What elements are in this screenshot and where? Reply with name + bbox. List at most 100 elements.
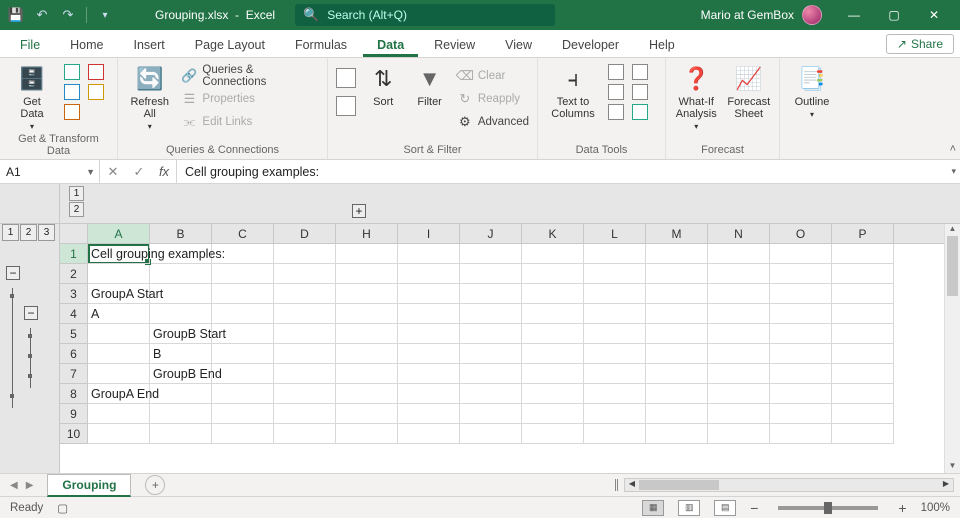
cell-N6[interactable]	[708, 344, 770, 364]
tab-file[interactable]: File	[6, 32, 54, 57]
cell-J7[interactable]	[460, 364, 522, 384]
cell-D8[interactable]	[274, 384, 336, 404]
cell-A1[interactable]: Cell grouping examples:	[88, 244, 150, 264]
cell-D7[interactable]	[274, 364, 336, 384]
scroll-thumb[interactable]	[947, 236, 958, 296]
cell-N4[interactable]	[708, 304, 770, 324]
col-header-N[interactable]: N	[708, 224, 770, 243]
cell-P6[interactable]	[832, 344, 894, 364]
vertical-scrollbar[interactable]: ▲ ▼	[944, 224, 960, 473]
col-header-M[interactable]: M	[646, 224, 708, 243]
col-header-I[interactable]: I	[398, 224, 460, 243]
cell-H8[interactable]	[336, 384, 398, 404]
scroll-down-icon[interactable]: ▼	[945, 461, 960, 473]
consolidate-icon[interactable]	[632, 64, 648, 80]
cell-A10[interactable]	[88, 424, 150, 444]
expand-formula-icon[interactable]: ▾	[951, 166, 956, 177]
cell-C4[interactable]	[212, 304, 274, 324]
share-button[interactable]: ↗Share	[886, 34, 954, 54]
cell-L1[interactable]	[584, 244, 646, 264]
cell-J6[interactable]	[460, 344, 522, 364]
row-header-6[interactable]: 6	[60, 344, 88, 364]
cell-D5[interactable]	[274, 324, 336, 344]
cell-I5[interactable]	[398, 324, 460, 344]
hscroll-right-icon[interactable]: ▶	[939, 479, 953, 491]
cell-K5[interactable]	[522, 324, 584, 344]
cell-A5[interactable]	[88, 324, 150, 344]
cell-H2[interactable]	[336, 264, 398, 284]
cell-H6[interactable]	[336, 344, 398, 364]
cell-K10[interactable]	[522, 424, 584, 444]
cell-M4[interactable]	[646, 304, 708, 324]
undo-button[interactable]: ↶	[32, 5, 52, 25]
sheet-nav-prev-button[interactable]: ◀	[10, 480, 18, 491]
cell-D2[interactable]	[274, 264, 336, 284]
data-validation-icon[interactable]	[608, 104, 624, 120]
sheet-tab-grouping[interactable]: Grouping	[47, 474, 131, 497]
cell-H4[interactable]	[336, 304, 398, 324]
refresh-all-button[interactable]: 🔄 Refresh All ▾	[126, 62, 173, 131]
tab-developer[interactable]: Developer	[548, 32, 633, 57]
col-header-A[interactable]: A	[88, 224, 150, 243]
filter-button[interactable]: ▼ Filter	[410, 62, 448, 108]
col-header-P[interactable]: P	[832, 224, 894, 243]
cell-O7[interactable]	[770, 364, 832, 384]
maximize-button[interactable]: ▢	[874, 0, 914, 30]
enter-formula-button[interactable]: ✓	[126, 164, 152, 180]
col-header-L[interactable]: L	[584, 224, 646, 243]
cell-O4[interactable]	[770, 304, 832, 324]
zoom-out-button[interactable]: −	[750, 500, 758, 516]
sheet-nav-next-button[interactable]: ▶	[26, 480, 34, 491]
cell-M8[interactable]	[646, 384, 708, 404]
forecast-sheet-button[interactable]: 📈 Forecast Sheet	[727, 62, 772, 120]
cell-C2[interactable]	[212, 264, 274, 284]
from-text-icon[interactable]	[64, 64, 80, 80]
tab-view[interactable]: View	[491, 32, 546, 57]
cancel-formula-button[interactable]: ✕	[100, 164, 126, 180]
cell-K8[interactable]	[522, 384, 584, 404]
zoom-in-button[interactable]: +	[898, 500, 906, 516]
cell-K4[interactable]	[522, 304, 584, 324]
cell-B5[interactable]: GroupB Start	[150, 324, 212, 344]
cell-L2[interactable]	[584, 264, 646, 284]
cell-A8[interactable]: GroupA End	[88, 384, 150, 404]
tab-home[interactable]: Home	[56, 32, 117, 57]
redo-button[interactable]: ↷	[58, 5, 78, 25]
flash-fill-icon[interactable]	[608, 64, 624, 80]
cell-N10[interactable]	[708, 424, 770, 444]
remove-dupes-icon[interactable]	[608, 84, 624, 100]
cell-H1[interactable]	[336, 244, 398, 264]
cell-A4[interactable]: A	[88, 304, 150, 324]
cell-I2[interactable]	[398, 264, 460, 284]
cell-C10[interactable]	[212, 424, 274, 444]
cell-P10[interactable]	[832, 424, 894, 444]
get-data-button[interactable]: 🗄️ Get Data ▾	[8, 62, 56, 131]
cell-I6[interactable]	[398, 344, 460, 364]
cell-M1[interactable]	[646, 244, 708, 264]
row-header-9[interactable]: 9	[60, 404, 88, 424]
cell-D10[interactable]	[274, 424, 336, 444]
cell-L5[interactable]	[584, 324, 646, 344]
col-header-B[interactable]: B	[150, 224, 212, 243]
outline-button[interactable]: 📑 Outline ▾	[788, 62, 836, 119]
zoom-level[interactable]: 100%	[921, 502, 950, 514]
horizontal-scrollbar[interactable]: ◀ ▶	[624, 478, 954, 492]
cell-A3[interactable]: GroupA Start	[88, 284, 150, 304]
cell-O1[interactable]	[770, 244, 832, 264]
row-header-7[interactable]: 7	[60, 364, 88, 384]
cell-A7[interactable]	[88, 364, 150, 384]
close-button[interactable]: ✕	[914, 0, 954, 30]
cell-K1[interactable]	[522, 244, 584, 264]
col-header-K[interactable]: K	[522, 224, 584, 243]
hscroll-thumb[interactable]	[639, 480, 719, 490]
tab-help[interactable]: Help	[635, 32, 689, 57]
row-level-2-button[interactable]: 2	[20, 224, 37, 241]
cell-L10[interactable]	[584, 424, 646, 444]
row-header-10[interactable]: 10	[60, 424, 88, 444]
macro-record-icon[interactable]: ▢	[57, 501, 68, 515]
cell-I9[interactable]	[398, 404, 460, 424]
cell-L6[interactable]	[584, 344, 646, 364]
row-header-4[interactable]: 4	[60, 304, 88, 324]
cell-H7[interactable]	[336, 364, 398, 384]
cell-H9[interactable]	[336, 404, 398, 424]
